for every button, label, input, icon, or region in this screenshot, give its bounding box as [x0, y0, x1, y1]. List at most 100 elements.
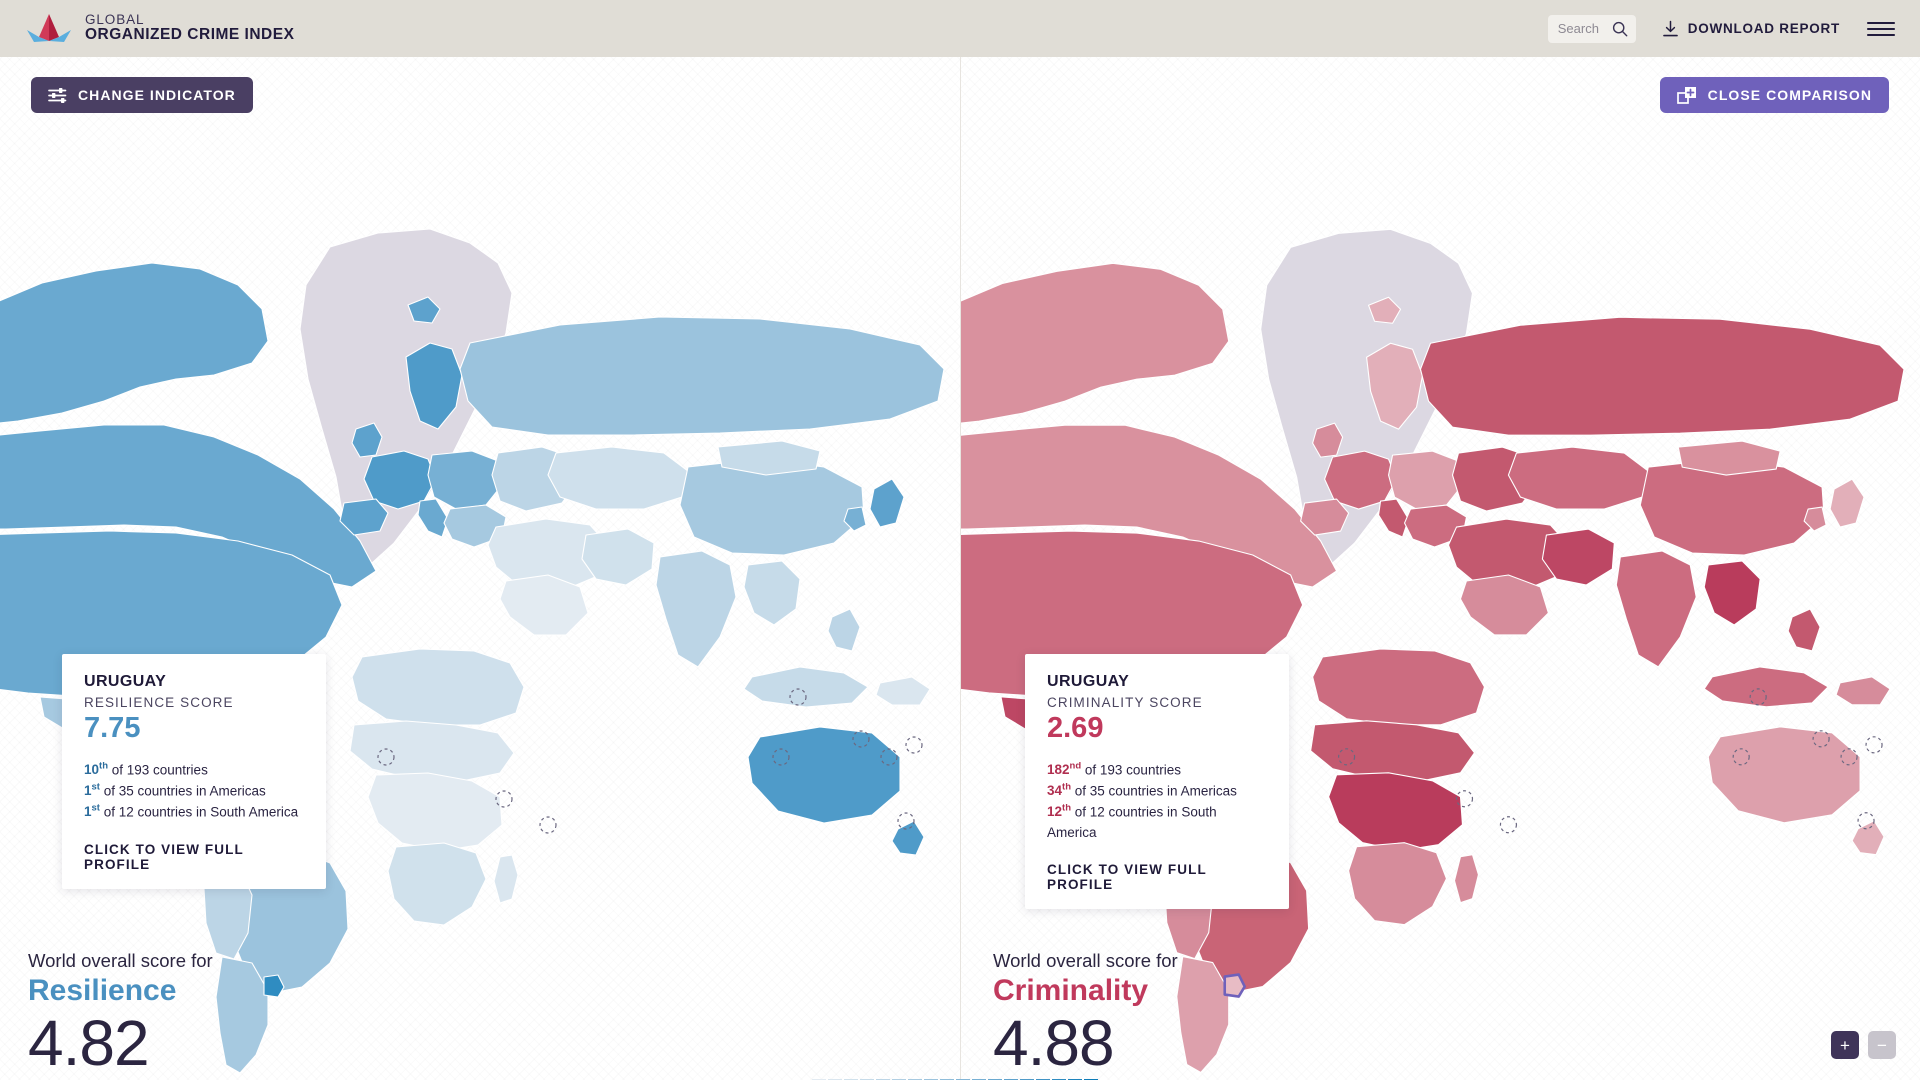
rank-text: of 193 countries	[108, 762, 208, 778]
panel-divider	[960, 57, 961, 1080]
world-score-value: 4.88	[993, 1006, 1115, 1079]
close-comparison-label: CLOSE COMPARISON	[1707, 87, 1872, 103]
criminality-world-map[interactable]	[961, 57, 1920, 1080]
download-report-label: DOWNLOAD REPORT	[1687, 21, 1840, 36]
rank-text: of 12 countries in South America	[1047, 804, 1217, 840]
add-panel-icon	[1676, 86, 1697, 105]
site-header: GLOBAL ORGANIZED CRIME INDEX Search DOWN…	[0, 0, 1920, 57]
map-stage: CHANGE INDICATOR CLOSE COMPARISON URUGUA…	[0, 57, 1920, 1080]
download-report-button[interactable]: DOWNLOAD REPORT	[1662, 20, 1840, 38]
world-score-value: 4.82	[28, 1006, 150, 1079]
brand-line-title: ORGANIZED CRIME INDEX	[85, 26, 295, 44]
country-central-europe[interactable]	[1388, 450, 1464, 510]
island-marker[interactable]	[1865, 736, 1883, 754]
country-australia[interactable]	[1707, 726, 1861, 824]
search-input[interactable]: Search	[1547, 14, 1636, 43]
rank-value: 1st	[84, 802, 100, 820]
brand-logo-link[interactable]: GLOBAL ORGANIZED CRIME INDEX	[26, 12, 294, 46]
island-marker[interactable]	[905, 736, 923, 754]
island-marker[interactable]	[539, 816, 557, 834]
rank-value: 10th	[84, 760, 108, 778]
rank-line: 182nd of 193 countries	[1047, 760, 1267, 781]
country-central-asia[interactable]	[1507, 446, 1649, 510]
world-score-resilience: World overall score for Resilience 4.82	[28, 950, 213, 1075]
sliders-icon	[48, 87, 67, 104]
country-new-zealand[interactable]	[891, 820, 925, 856]
rank-line: 10th of 193 countries	[84, 760, 304, 781]
country-russia[interactable]	[1419, 316, 1905, 436]
view-full-profile-link[interactable]: CLICK TO VIEW FULL PROFILE	[1047, 862, 1267, 892]
world-score-indicator-name: Resilience	[28, 974, 177, 1008]
country-philippines[interactable]	[827, 608, 861, 652]
search-icon[interactable]	[1612, 21, 1628, 37]
country-japan[interactable]	[869, 478, 905, 528]
country-madagascar[interactable]	[493, 854, 519, 904]
rank-line: 1st of 35 countries in Americas	[84, 781, 304, 802]
change-indicator-label: CHANGE INDICATOR	[78, 87, 236, 103]
resilience-world-map[interactable]	[0, 57, 960, 1080]
country-central-asia[interactable]	[547, 446, 689, 510]
country-north-africa[interactable]	[1312, 648, 1486, 726]
country-india[interactable]	[1615, 550, 1697, 668]
country-uruguay[interactable]	[1223, 973, 1247, 998]
country-italy[interactable]	[417, 498, 449, 538]
country-southern-africa[interactable]	[387, 842, 487, 926]
country-name: URUGUAY	[84, 673, 167, 690]
world-score-indicator-name: Criminality	[993, 974, 1149, 1008]
country-india[interactable]	[655, 550, 737, 668]
country-north-africa[interactable]	[351, 648, 525, 726]
view-full-profile-link[interactable]: CLICK TO VIEW FULL PROFILE	[84, 842, 304, 872]
country-score: 2.69	[1047, 712, 1104, 744]
island-marker[interactable]	[1499, 816, 1518, 834]
country-madagascar[interactable]	[1453, 854, 1480, 904]
close-comparison-button[interactable]: CLOSE COMPARISON	[1659, 77, 1889, 113]
country-new-zealand[interactable]	[1851, 820, 1885, 856]
country-tooltip-card-resilience[interactable]: URUGUAY RESILIENCE SCORE 7.75 10th of 19…	[62, 654, 326, 889]
world-score-caption: World overall score for	[993, 950, 1178, 971]
world-score-caption: World overall score for	[28, 950, 213, 971]
header-actions: Search DOWNLOAD REPORT	[1547, 14, 1896, 43]
search-input-text: Search	[1557, 21, 1599, 36]
country-canada[interactable]	[0, 262, 269, 425]
rank-value: 182nd	[1047, 760, 1082, 778]
country-indonesia[interactable]	[1703, 666, 1829, 708]
country-png[interactable]	[1835, 676, 1891, 706]
country-australia[interactable]	[747, 726, 901, 824]
country-sahel[interactable]	[349, 720, 515, 782]
pyramid-wings-logo-icon	[26, 12, 72, 46]
country-central-europe[interactable]	[427, 450, 503, 510]
country-name: URUGUAY	[1047, 673, 1130, 690]
country-score: 7.75	[84, 712, 141, 744]
zoom-out-button[interactable]: −	[1868, 1031, 1896, 1059]
metric-label: CRIMINALITY SCORE	[1047, 695, 1203, 710]
rank-value: 12th	[1047, 802, 1071, 820]
country-italy[interactable]	[1378, 498, 1410, 538]
rank-text: of 35 countries in Americas	[1071, 783, 1237, 799]
country-tooltip-card-criminality[interactable]: URUGUAY CRIMINALITY SCORE 2.69 182nd of …	[1025, 654, 1289, 910]
download-icon	[1662, 20, 1679, 38]
country-indonesia[interactable]	[743, 666, 869, 708]
world-score-criminality: World overall score for Criminality 4.88	[993, 950, 1178, 1075]
hamburger-menu-icon[interactable]	[1866, 19, 1896, 39]
country-se-asia[interactable]	[1703, 560, 1761, 626]
rank-line: 34th of 35 countries in Americas	[1047, 781, 1267, 802]
country-central-africa[interactable]	[1328, 772, 1464, 852]
zoom-in-button[interactable]: +	[1831, 1031, 1859, 1059]
brand-line-global: GLOBAL	[85, 12, 145, 28]
rank-text: of 193 countries	[1081, 762, 1181, 778]
country-se-asia[interactable]	[743, 560, 801, 626]
rank-text: of 35 countries in Americas	[99, 783, 266, 799]
country-southern-africa[interactable]	[1348, 842, 1448, 926]
country-central-africa[interactable]	[367, 772, 503, 852]
country-sahel[interactable]	[1310, 720, 1476, 782]
country-philippines[interactable]	[1787, 608, 1821, 652]
metric-label: RESILIENCE SCORE	[84, 695, 234, 710]
country-canada[interactable]	[961, 262, 1230, 425]
country-japan[interactable]	[1829, 478, 1865, 528]
rank-list: 10th of 193 countries 1st of 35 countrie…	[84, 760, 304, 823]
rank-line: 1st of 12 countries in South America	[84, 802, 304, 823]
country-png[interactable]	[875, 676, 931, 706]
rank-text: of 12 countries in South America	[99, 804, 299, 820]
country-russia[interactable]	[459, 316, 945, 436]
change-indicator-button[interactable]: CHANGE INDICATOR	[31, 77, 253, 113]
